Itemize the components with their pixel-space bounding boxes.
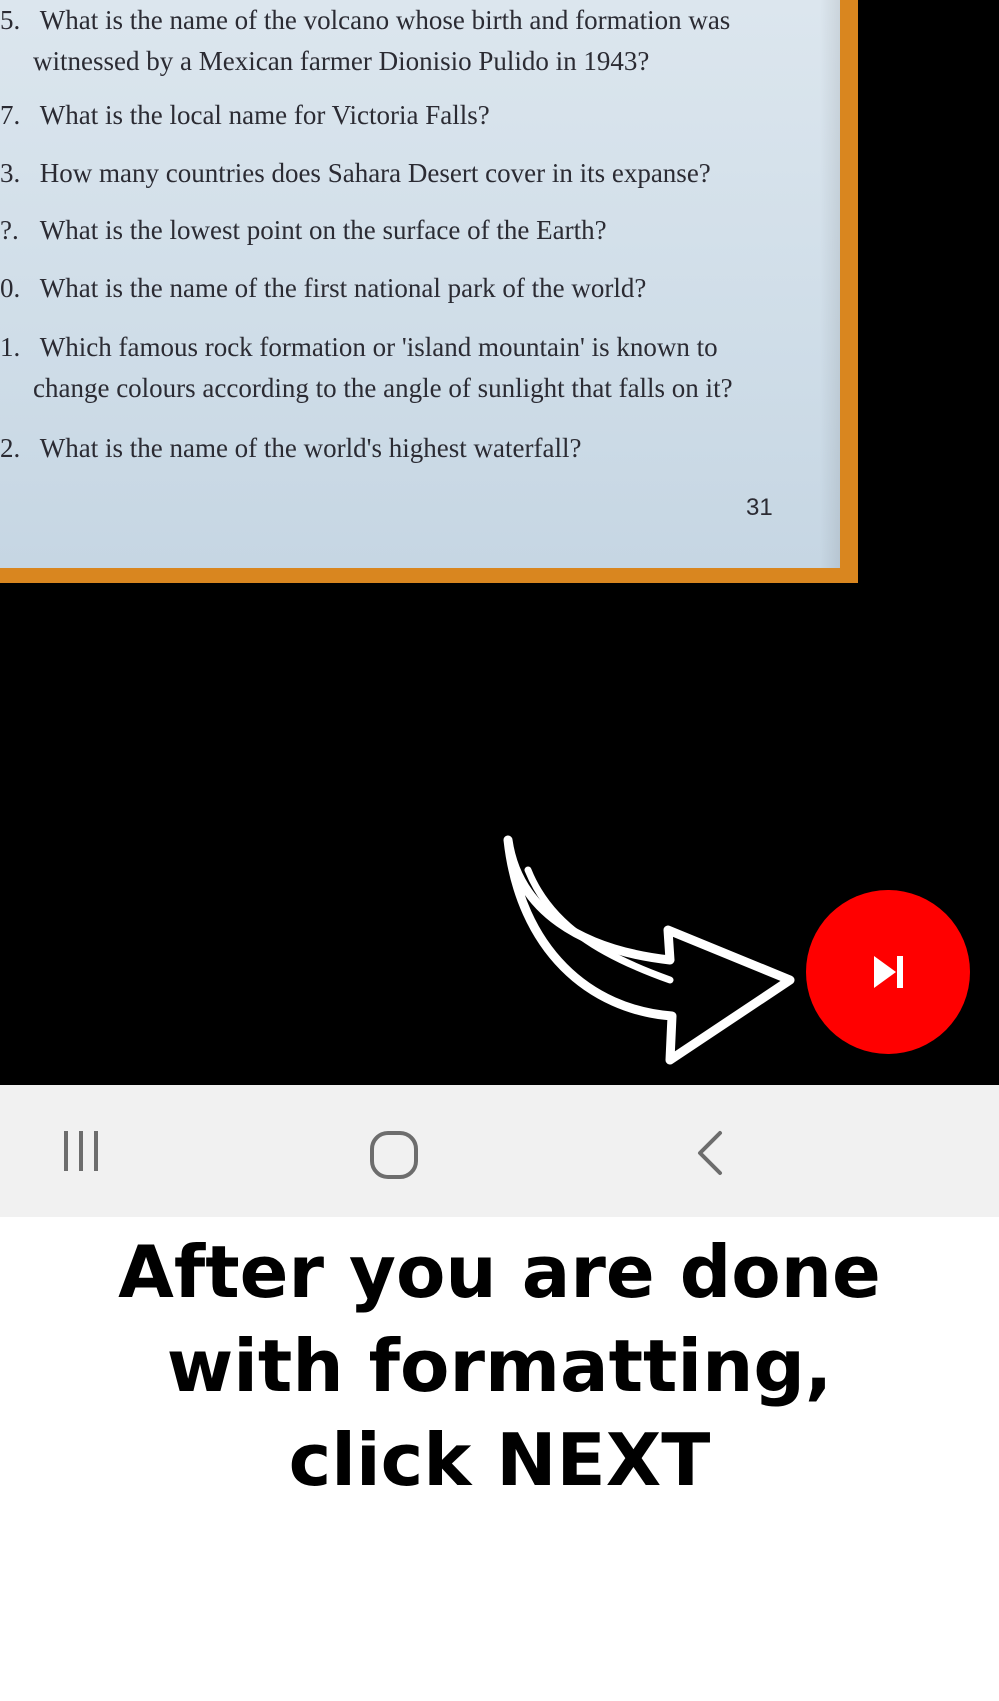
home-button[interactable] xyxy=(334,1085,454,1217)
book-page: 5. What is the name of the volcano whose… xyxy=(0,0,840,568)
question-number: ?. xyxy=(0,215,19,245)
question-number: 7. xyxy=(0,100,21,130)
question-text-continued: witnessed by a Mexican farmer Dionisio P… xyxy=(33,46,650,76)
question-text-continued: change colours according to the angle of… xyxy=(33,373,733,403)
question-text: What is the lowest point on the surface … xyxy=(39,215,607,245)
instruction-caption: After you are done with formatting, clic… xyxy=(0,1225,999,1507)
question-number: 1. xyxy=(0,332,21,362)
question-item: 2. What is the name of the world's highe… xyxy=(0,428,581,469)
caption-line: After you are done xyxy=(118,1230,881,1314)
question-number: 5. xyxy=(0,5,21,35)
page-number: 31 xyxy=(746,494,773,521)
android-navigation-bar xyxy=(0,1085,999,1217)
page-shadow xyxy=(820,0,840,568)
curved-arrow-right-icon xyxy=(503,835,795,1065)
recent-apps-button[interactable] xyxy=(21,1085,141,1217)
camera-preview: 5. What is the name of the volcano whose… xyxy=(0,0,999,1085)
question-text: What is the local name for Victoria Fall… xyxy=(39,100,490,130)
question-number: 2. xyxy=(0,433,21,463)
home-icon xyxy=(370,1131,418,1179)
question-number: 0. xyxy=(0,273,21,303)
back-icon xyxy=(698,1131,722,1175)
recent-apps-icon xyxy=(64,1131,98,1171)
question-item: ?. What is the lowest point on the surfa… xyxy=(0,210,607,251)
question-item: 3. How many countries does Sahara Desert… xyxy=(0,153,711,194)
caption-line: with formatting, xyxy=(166,1324,833,1408)
question-text: What is the name of the world's highest … xyxy=(39,433,582,463)
question-item: 1. Which famous rock formation or 'islan… xyxy=(0,327,733,409)
back-button[interactable] xyxy=(650,1085,770,1217)
question-text: What is the name of the volcano whose bi… xyxy=(39,5,731,35)
question-item: 7. What is the local name for Victoria F… xyxy=(0,95,490,136)
question-item: 0. What is the name of the first nationa… xyxy=(0,268,646,309)
caption-line: click NEXT xyxy=(288,1418,711,1502)
question-text: What is the name of the first national p… xyxy=(39,273,647,303)
question-number: 3. xyxy=(0,158,21,188)
skip-next-icon xyxy=(874,956,903,988)
question-item: 5. What is the name of the volcano whose… xyxy=(0,0,730,82)
question-text: How many countries does Sahara Desert co… xyxy=(39,158,711,188)
next-button[interactable] xyxy=(806,890,970,1054)
question-text: Which famous rock formation or 'island m… xyxy=(39,332,718,362)
